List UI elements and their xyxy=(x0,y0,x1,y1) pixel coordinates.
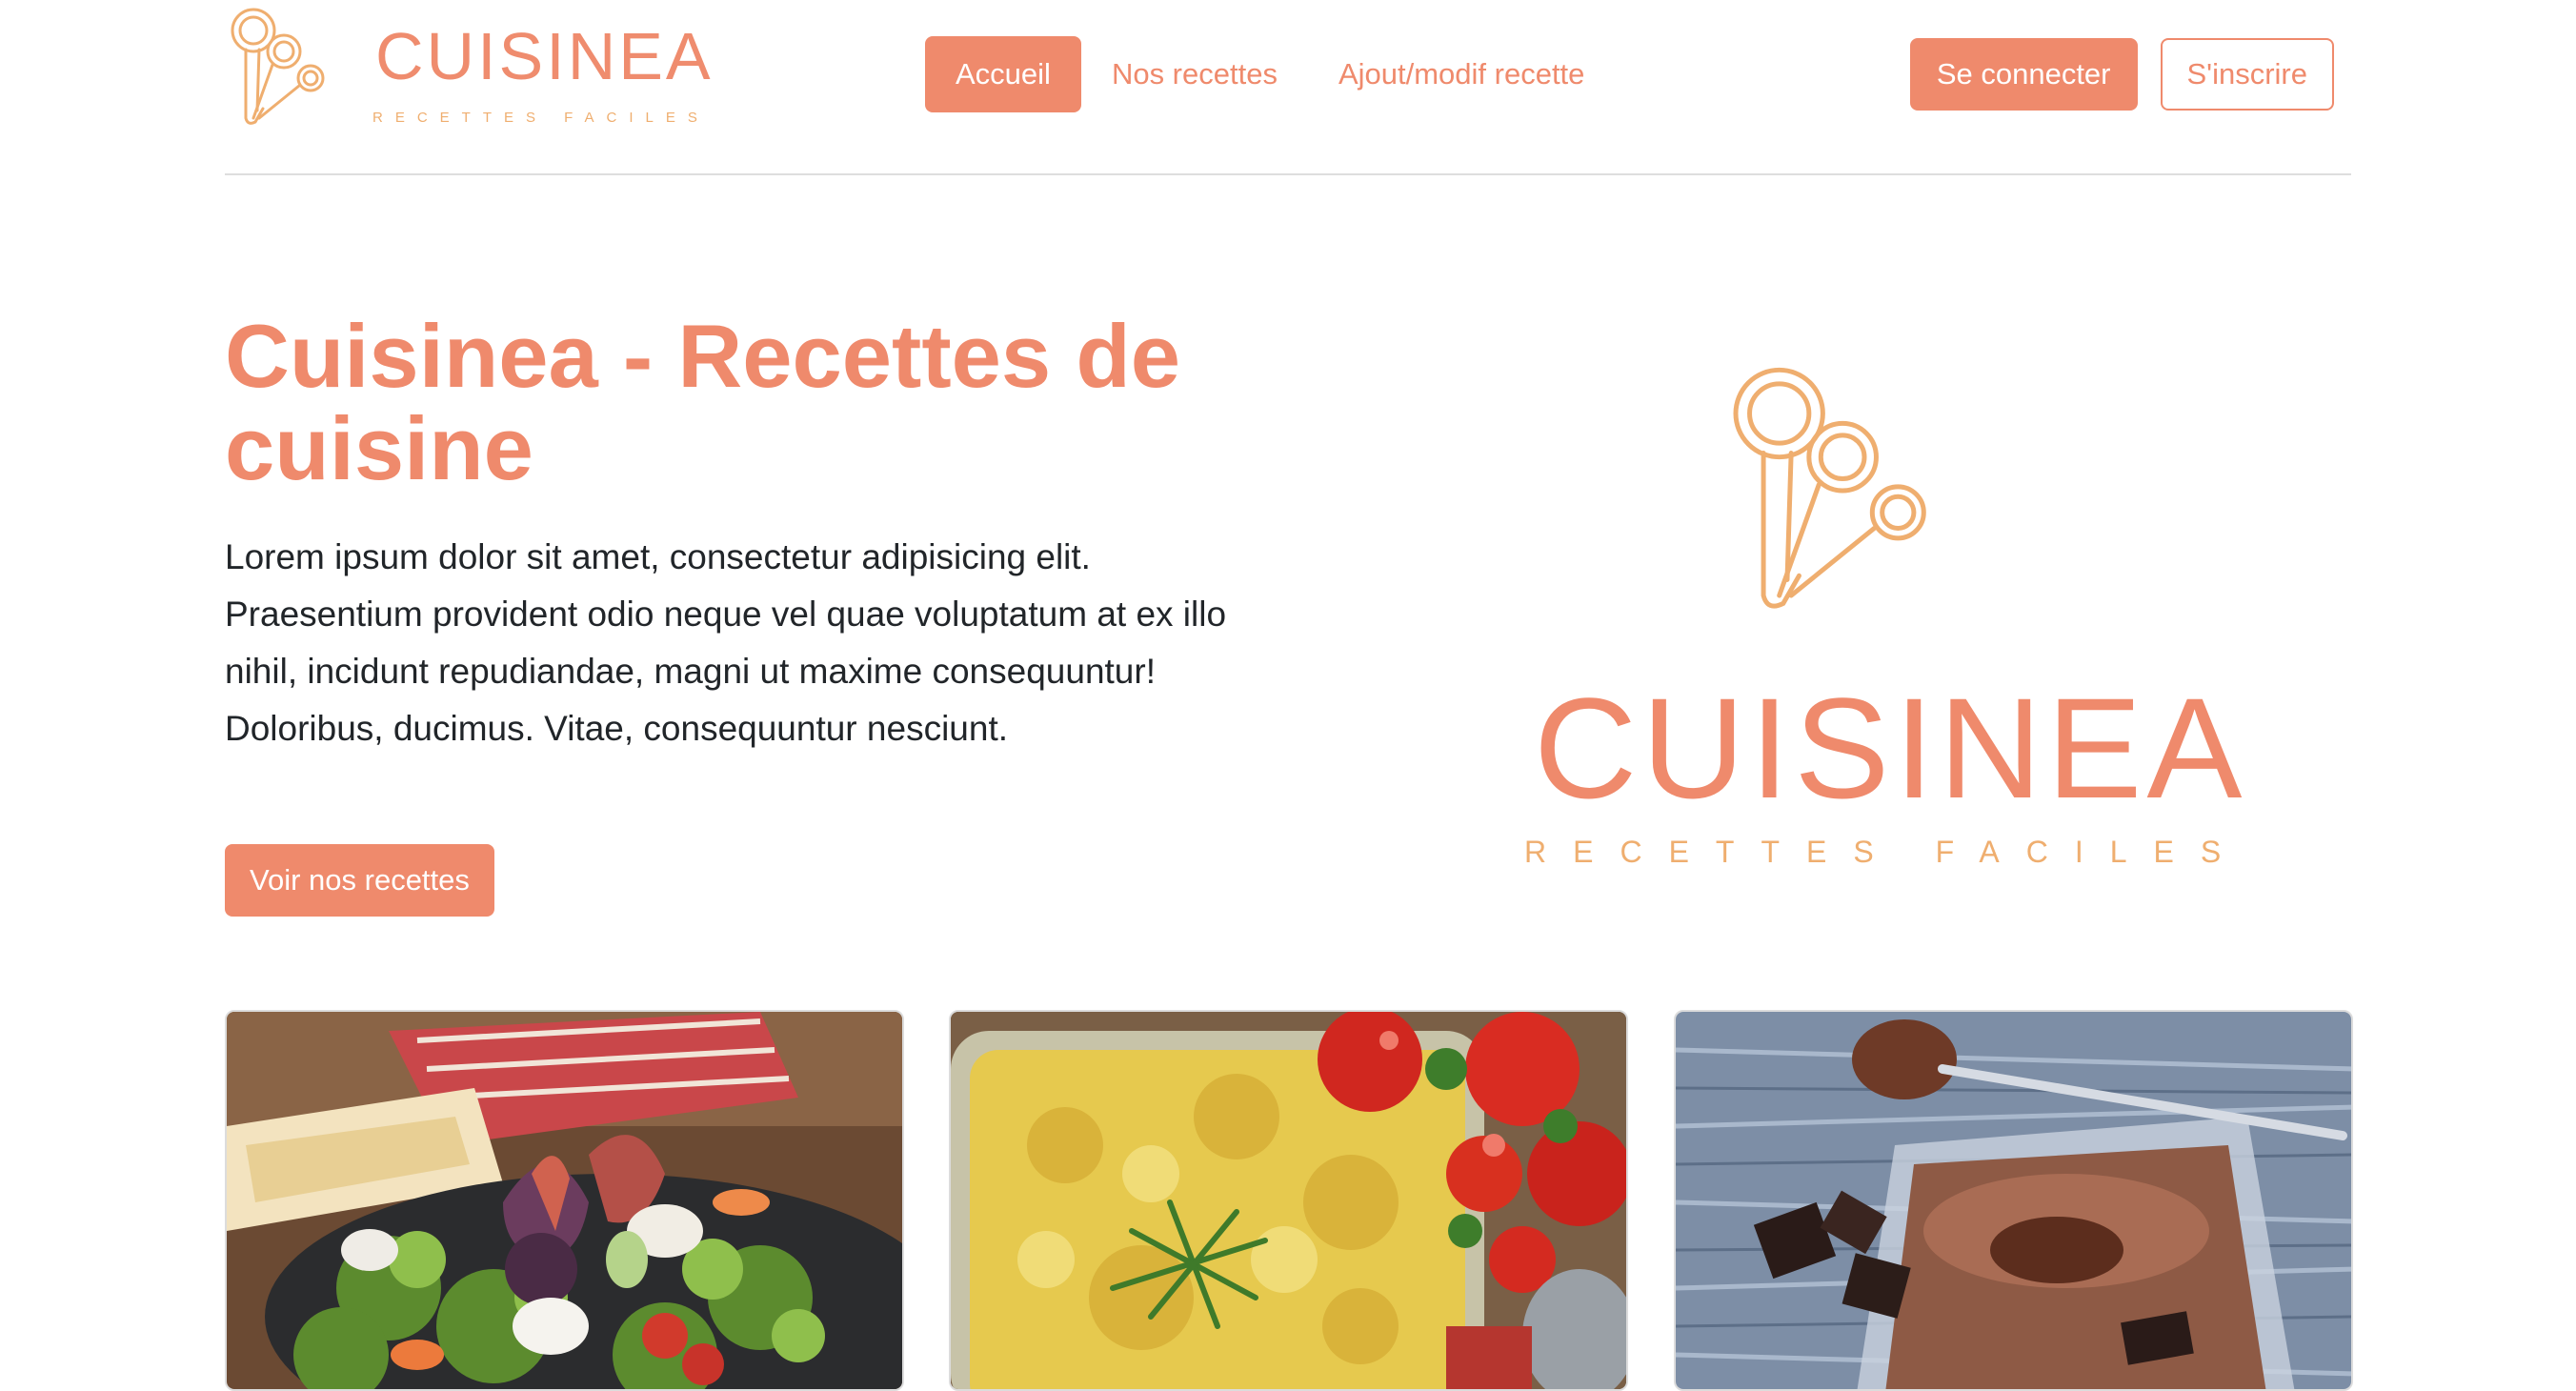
hero-description: Lorem ipsum dolor sit amet, consectetur … xyxy=(225,537,1227,748)
nav-item-ajout-modif-recette[interactable]: Ajout/modif recette xyxy=(1308,36,1615,112)
main-nav: Accueil Nos recettes Ajout/modif recette xyxy=(925,36,1615,112)
hero-logo-tagline: RECETTES FACILES xyxy=(1524,835,2248,869)
site-header: CUISINEA RECETTES FACILES Accueil Nos re… xyxy=(225,0,2351,175)
hero-logo: CUISINEA RECETTES FACILES xyxy=(1515,362,2242,877)
nav-item-accueil[interactable]: Accueil xyxy=(925,36,1081,112)
login-button[interactable]: Se connecter xyxy=(1909,38,2138,111)
brand-logo-link[interactable]: CUISINEA RECETTES FACILES xyxy=(225,6,711,130)
measuring-spoons-icon xyxy=(231,8,325,125)
brand-tagline: RECETTES FACILES xyxy=(372,110,710,126)
view-recipes-button[interactable]: Voir nos recettes xyxy=(225,844,494,917)
gratin-image xyxy=(951,1012,1626,1389)
salad-image xyxy=(227,1012,902,1389)
recipe-card[interactable] xyxy=(225,1010,904,1391)
nav-item-nos-recettes[interactable]: Nos recettes xyxy=(1081,36,1308,112)
signup-button[interactable]: S'inscrire xyxy=(2160,38,2334,111)
measuring-spoons-icon xyxy=(1733,367,1926,609)
chocolate-mousse-image xyxy=(1676,1012,2351,1389)
recipe-card[interactable] xyxy=(949,1010,1628,1391)
hero-title: Cuisinea - Recettes de cuisine xyxy=(225,306,1181,498)
recipe-card[interactable] xyxy=(1674,1010,2353,1391)
brand-name: CUISINEA xyxy=(375,19,714,93)
auth-buttons: Se connecter S'inscrire xyxy=(1909,38,2334,111)
hero-logo-name: CUISINEA xyxy=(1534,668,2247,828)
